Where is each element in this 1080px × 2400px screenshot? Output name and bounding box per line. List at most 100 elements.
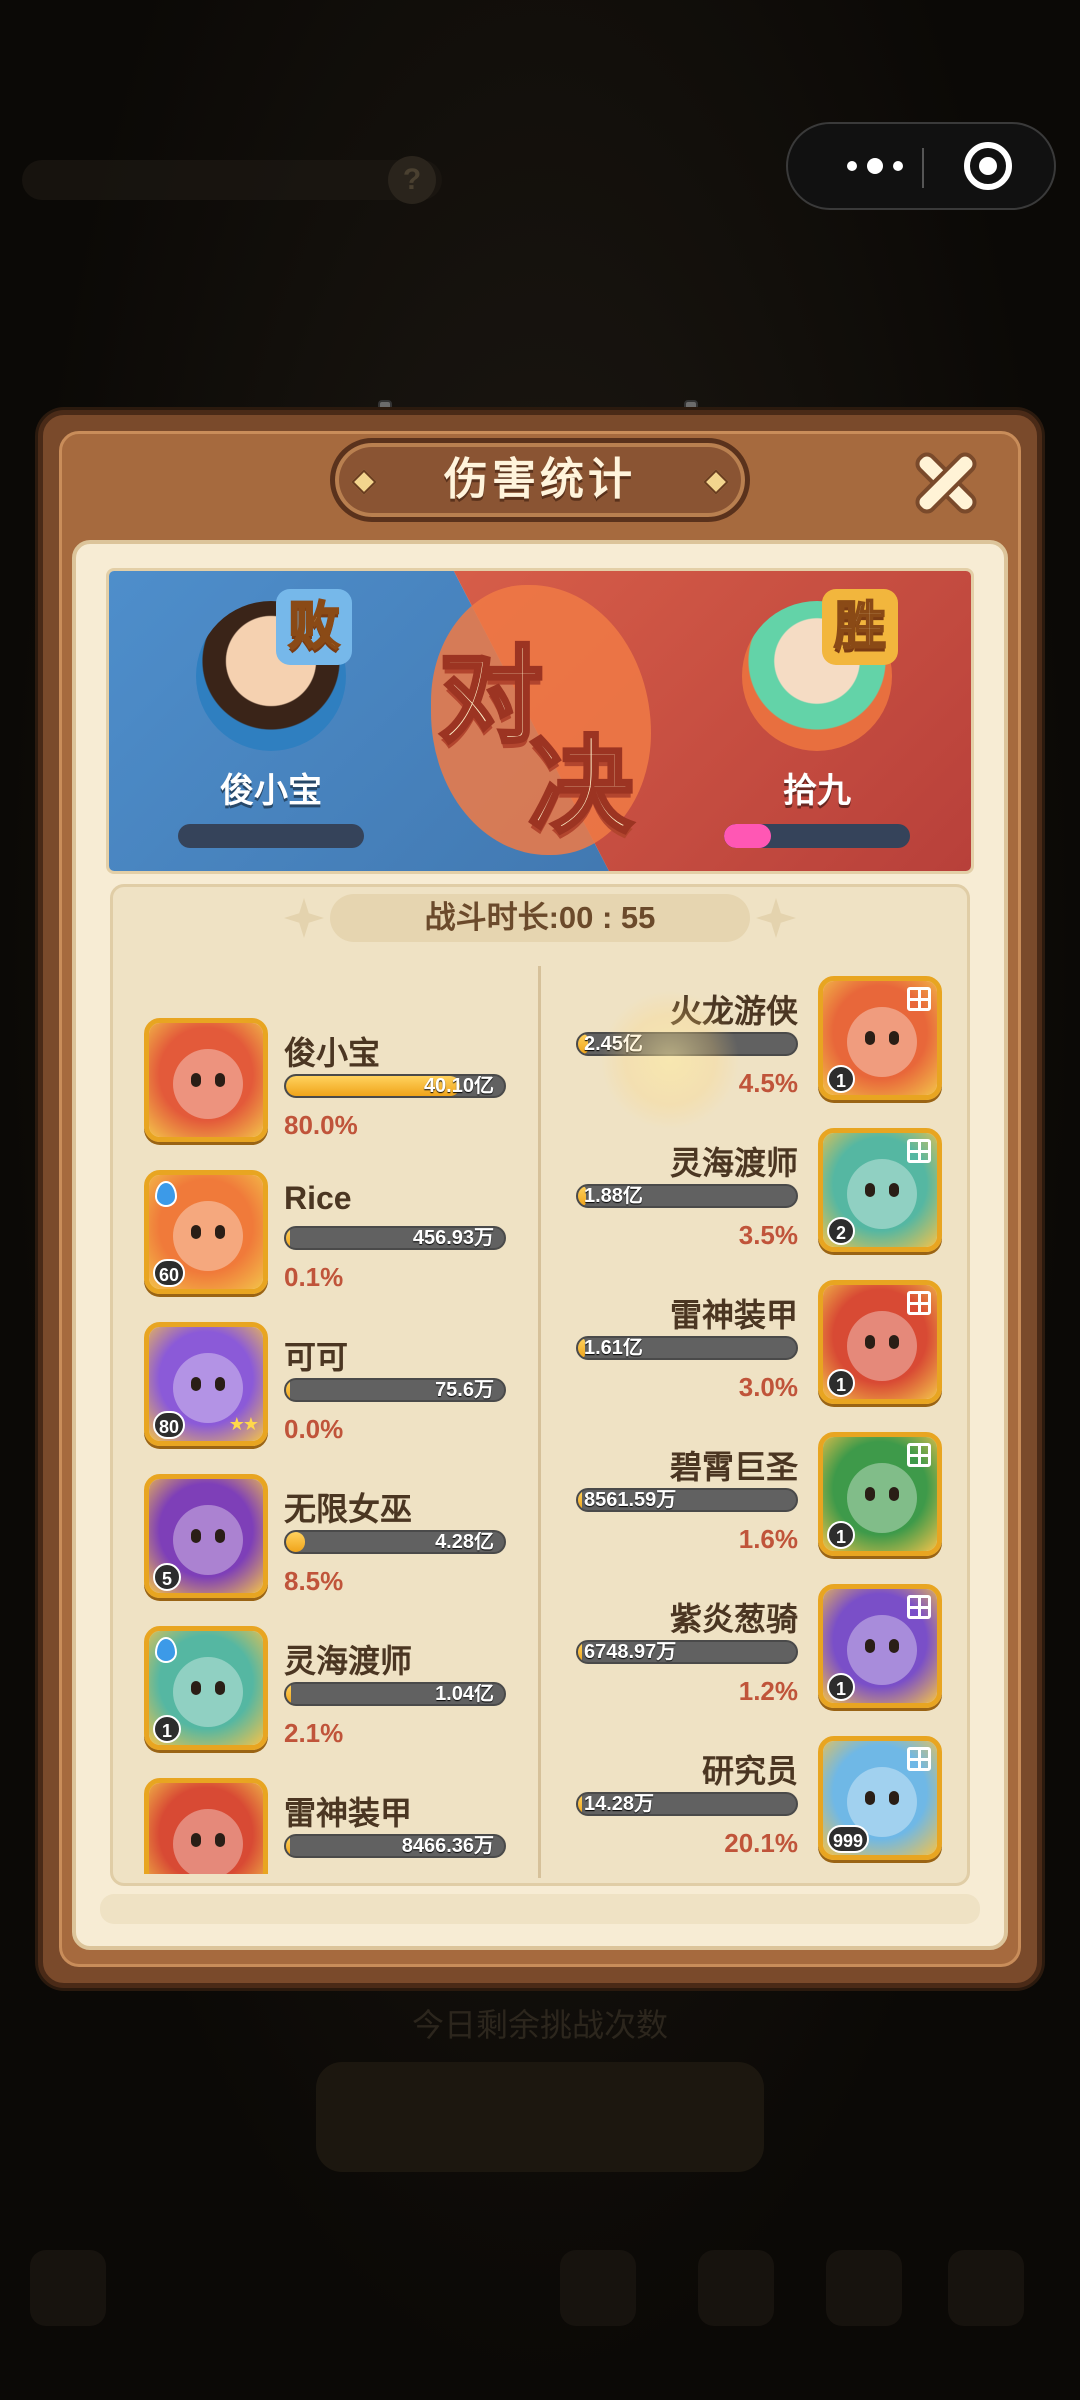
hero-row: 5 无限女巫 4.28亿 8.5% (144, 1474, 530, 1624)
hero-portrait[interactable]: ★★ 80 (144, 1322, 268, 1446)
hero-level-badge: 999 (827, 1825, 870, 1853)
damage-bar: 1.04亿 (284, 1682, 506, 1706)
hero-face (847, 1159, 917, 1229)
capsule-divider (922, 148, 924, 188)
hero-row: 俊小宝 40.10亿 80.0% (144, 1018, 530, 1168)
hero-name: 灵海渡师 (669, 1145, 798, 1181)
damage-bar-fill (286, 1532, 305, 1552)
target-icon[interactable] (964, 142, 1012, 190)
damage-bar: 14.28万 (576, 1792, 798, 1816)
challenge-button-dimmed (316, 2062, 764, 2172)
hero-name: 雷神装甲 (284, 1795, 413, 1831)
damage-bar: 4.28亿 (284, 1530, 506, 1554)
hero-level-badge: 2 (827, 1217, 855, 1245)
panel-footer-strip (100, 1894, 980, 1924)
hero-level-badge: 5 (153, 1563, 181, 1591)
hero-row: 1 碧霄巨圣 8561.59万 1.6% (546, 1432, 942, 1582)
hero-face (847, 1463, 917, 1533)
hero-row: 2 灵海渡师 1.88亿 3.5% (546, 1128, 942, 1278)
hero-portrait[interactable]: 60 (144, 1170, 268, 1294)
right-player-progress (724, 824, 910, 848)
right-player-name: 拾九 (783, 772, 851, 810)
hero-row: ★★ 80 可可 75.6万 0.0% (144, 1322, 530, 1472)
hero-name: 灵海渡师 (284, 1643, 413, 1679)
hero-name: 俊小宝 (284, 1035, 381, 1071)
helmet-icon (826, 2250, 902, 2326)
left-player: 败 俊小宝 (161, 589, 381, 848)
water-drop-icon (155, 1181, 177, 1207)
damage-percent: 8.5% (284, 1566, 344, 1596)
hero-portrait[interactable]: 999 (818, 1736, 942, 1860)
damage-bar-fill (286, 1228, 291, 1248)
damage-bar: 40.10亿 (284, 1074, 506, 1098)
hero-row: 1 紫炎葱骑 6748.97万 1.2% (546, 1584, 942, 1734)
damage-value: 4.28亿 (435, 1531, 494, 1553)
hero-level-badge: 1 (153, 1715, 181, 1743)
hero-row: 1 灵海渡师 1.04亿 2.1% (144, 1626, 530, 1776)
hero-row: 雷神装甲 8466.36万 1.7% (144, 1778, 530, 1874)
grid-icon (907, 1595, 931, 1619)
star-rating-icon: ★★ (228, 1414, 259, 1434)
damage-value: 40.10亿 (423, 1075, 494, 1097)
shop-icon (698, 2250, 774, 2326)
damage-bar-fill (286, 1684, 291, 1704)
damage-bar-fill (578, 1490, 583, 1510)
damage-value: 8561.59万 (584, 1489, 677, 1511)
hero-row: 1 火龙游侠 2.45亿 4.5% (546, 976, 942, 1126)
damage-bar-fill (286, 1836, 291, 1856)
damage-percent: 1.2% (738, 1676, 798, 1706)
home-nav-icon (30, 2250, 106, 2326)
battle-duration: 战斗时长:00 : 55 (330, 894, 750, 942)
hero-portrait[interactable]: 1 (818, 976, 942, 1100)
right-team-list[interactable]: 1 火龙游侠 2.45亿 4.5% 2 灵海渡师 1.88亿 3.5% 1 雷神装甲 1.61亿 3.… (546, 976, 956, 1874)
trophy-icon (560, 2250, 636, 2326)
hero-portrait[interactable]: 1 (818, 1432, 942, 1556)
hero-portrait[interactable] (144, 1018, 268, 1142)
hero-row: 999 研究员 14.28万 20.1% (546, 1736, 942, 1874)
damage-percent: 3.0% (738, 1372, 798, 1402)
hero-name: Rice (284, 1180, 352, 1216)
background-notice-bar (22, 160, 442, 200)
win-badge: 胜 (822, 589, 898, 665)
damage-value: 14.28万 (584, 1793, 655, 1815)
more-dots-icon[interactable] (828, 124, 922, 208)
grid-icon (907, 1291, 931, 1315)
hero-face (173, 1049, 243, 1119)
versus-banner: 对 决 败 俊小宝 胜 拾九 (106, 568, 974, 874)
hero-face (847, 1311, 917, 1381)
versus-char-2: 决 (527, 727, 635, 847)
damage-percent: 3.5% (738, 1220, 798, 1250)
left-player-avatar[interactable]: 败 (196, 589, 352, 751)
hero-row: 1 雷神装甲 1.61亿 3.0% (546, 1280, 942, 1430)
right-player-avatar[interactable]: 胜 (742, 589, 898, 751)
panel-title-plate: 伤害统计 (330, 438, 750, 522)
hero-portrait[interactable]: 1 (818, 1584, 942, 1708)
damage-value: 1.88亿 (584, 1185, 643, 1207)
damage-bar: 8561.59万 (576, 1488, 798, 1512)
damage-value: 75.6万 (435, 1379, 494, 1401)
left-player-progress (178, 824, 364, 848)
hero-level-badge: 1 (827, 1369, 855, 1397)
close-button[interactable] (906, 442, 986, 522)
damage-bar: 456.93万 (284, 1226, 506, 1250)
hero-portrait[interactable]: 1 (144, 1626, 268, 1750)
hero-portrait[interactable] (144, 1778, 268, 1874)
damage-value: 1.04亿 (435, 1683, 494, 1705)
damage-bar: 1.88亿 (576, 1184, 798, 1208)
hero-face (173, 1657, 243, 1727)
water-drop-icon (155, 1637, 177, 1663)
hero-face (173, 1353, 243, 1423)
scroll-icon (948, 2250, 1024, 2326)
damage-bar-fill (578, 1642, 583, 1662)
left-team-list[interactable]: 俊小宝 40.10亿 80.0% 60 Rice 456.93万 0.1% ★★ 80 可可 75.… (120, 976, 534, 1874)
grid-icon (907, 1443, 931, 1467)
damage-bar: 6748.97万 (576, 1640, 798, 1664)
damage-value: 1.61亿 (584, 1337, 643, 1359)
damage-bar: 1.61亿 (576, 1336, 798, 1360)
hero-portrait[interactable]: 2 (818, 1128, 942, 1252)
hero-portrait[interactable]: 1 (818, 1280, 942, 1404)
damage-percent: 2.1% (284, 1718, 344, 1748)
hero-portrait[interactable]: 5 (144, 1474, 268, 1598)
damage-value: 6748.97万 (584, 1641, 677, 1663)
grid-icon (907, 987, 931, 1011)
